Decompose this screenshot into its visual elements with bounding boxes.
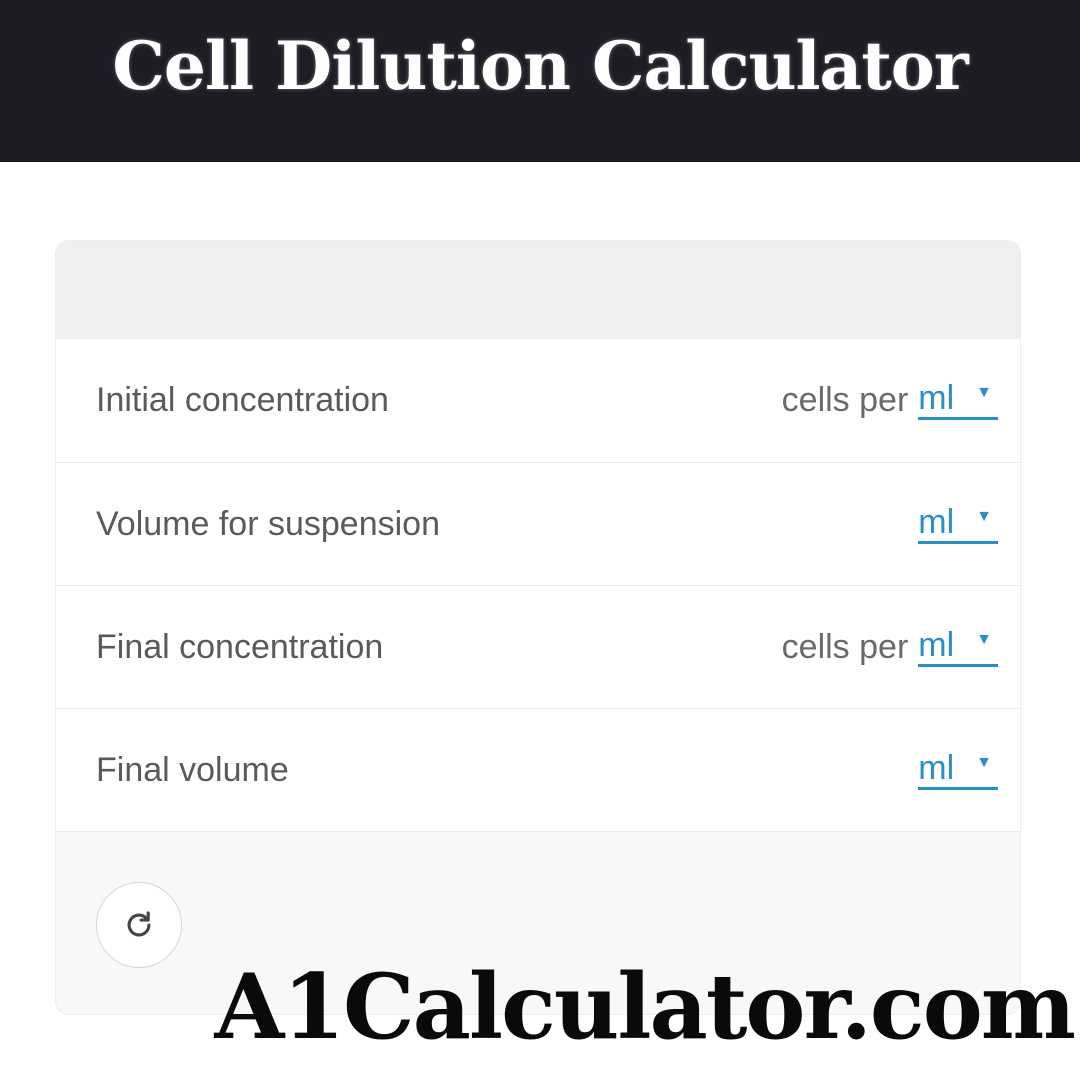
final-volume-unit: ml ▼	[918, 751, 998, 790]
caret-down-icon: ▼	[976, 384, 992, 401]
watermark: A1Calculator.com	[214, 954, 1076, 1060]
final-concentration-unit-select[interactable]: ml ▼	[918, 628, 998, 667]
final-volume-row: Final volume ml ▼	[56, 708, 1020, 831]
volume-for-suspension-row: Volume for suspension ml ▼	[56, 462, 1020, 585]
unit-prefix: cells per	[781, 381, 909, 419]
page-title: Cell Dilution Calculator	[112, 27, 968, 105]
initial-concentration-unit: cells per ml ▼	[782, 381, 998, 420]
input-rows: Initial concentration cells per ml ▼ Vol…	[56, 339, 1020, 831]
initial-concentration-label: Initial concentration	[96, 381, 389, 419]
volume-for-suspension-label: Volume for suspension	[96, 504, 440, 543]
initial-concentration-row: Initial concentration cells per ml ▼	[56, 339, 1020, 462]
initial-concentration-unit-select[interactable]: ml ▼	[918, 381, 998, 420]
final-volume-unit-select[interactable]: ml ▼	[918, 751, 998, 790]
page: Cell Dilution Calculator Initial concent…	[0, 0, 1080, 1080]
calculator-card: Initial concentration cells per ml ▼ Vol…	[55, 240, 1021, 1015]
header-bar: Cell Dilution Calculator	[0, 0, 1080, 162]
caret-down-icon: ▼	[976, 630, 992, 648]
final-concentration-label: Final concentration	[96, 627, 384, 666]
caret-down-icon: ▼	[976, 753, 992, 771]
unit-value: ml	[918, 625, 955, 664]
unit-value: ml	[918, 748, 955, 787]
final-volume-label: Final volume	[96, 750, 289, 789]
unit-prefix: cells per	[781, 627, 909, 666]
final-concentration-row: Final concentration cells per ml ▼	[56, 585, 1020, 708]
card-header	[56, 241, 1020, 339]
final-concentration-unit: cells per ml ▼	[782, 628, 998, 667]
caret-down-icon: ▼	[976, 507, 992, 525]
refresh-icon	[127, 911, 151, 937]
volume-for-suspension-unit-select[interactable]: ml ▼	[918, 505, 998, 544]
reset-button[interactable]	[96, 882, 182, 968]
volume-for-suspension-unit: ml ▼	[918, 505, 998, 544]
unit-value: ml	[918, 379, 955, 417]
unit-value: ml	[918, 502, 955, 541]
